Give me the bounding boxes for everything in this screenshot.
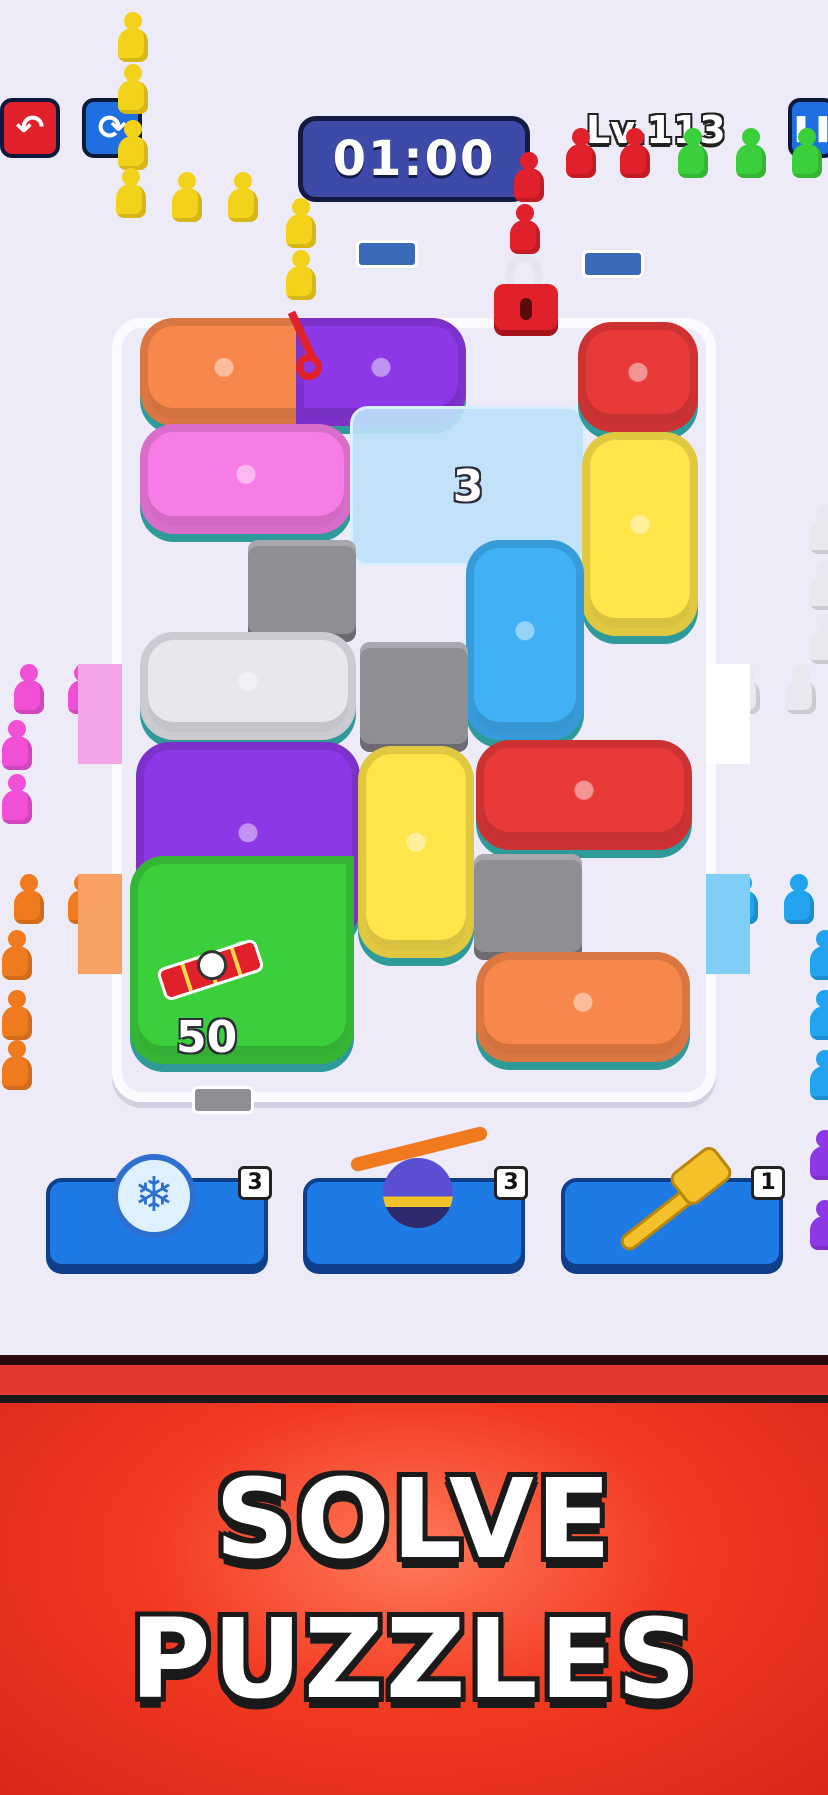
propeller-ball-icon [349, 1125, 489, 1228]
stone-block [360, 642, 468, 752]
stone-block [248, 540, 356, 642]
stone-block [474, 854, 582, 960]
countdown-timer: 01:00 [298, 116, 530, 202]
padlock-icon [494, 254, 558, 336]
exit-gate-bottom [192, 1086, 254, 1114]
promo-banner: SOLVE PUZZLES [0, 1355, 828, 1795]
hammer-icon [601, 1143, 741, 1256]
frozen-bus-count: 3 [452, 460, 484, 512]
booster-propeller-button[interactable] [303, 1125, 525, 1268]
exit-gate-top-right [582, 250, 644, 278]
snowflake-clock-icon: ❄ [112, 1154, 196, 1238]
exit-gate-top-left [356, 240, 418, 268]
banner-line-1: SOLVE [215, 1455, 613, 1583]
bus-yellow-right[interactable] [582, 432, 698, 636]
booster-freeze-button[interactable]: ❄ [46, 1154, 268, 1268]
exit-marker-left-pink [78, 664, 122, 764]
booster-hammer-count: 1 [751, 1166, 785, 1200]
bus-yellow-mid[interactable] [358, 746, 474, 958]
bus-red-mid[interactable] [476, 740, 692, 850]
booster-propeller-count: 3 [494, 1166, 528, 1200]
booster-freeze-count: 3 [238, 1166, 272, 1200]
exit-marker-left-orange [78, 874, 122, 974]
bus-blue[interactable] [466, 540, 584, 740]
bus-orange[interactable] [140, 318, 308, 426]
undo-button[interactable]: ↶ [0, 98, 60, 158]
banner-line-2: PUZZLES [130, 1595, 698, 1723]
dynamite-bus-count: 50 [176, 1012, 238, 1063]
exit-marker-right-blue [706, 874, 750, 974]
undo-arrow-icon: ↶ [15, 108, 45, 148]
bus-white[interactable] [140, 632, 356, 740]
exit-marker-right-white [706, 664, 750, 764]
booster-hammer-button[interactable] [561, 1143, 783, 1268]
key-icon [287, 310, 326, 390]
bus-orange-bottom[interactable] [476, 952, 690, 1062]
bus-pink[interactable] [140, 424, 352, 534]
bus-red-top[interactable] [578, 322, 698, 432]
